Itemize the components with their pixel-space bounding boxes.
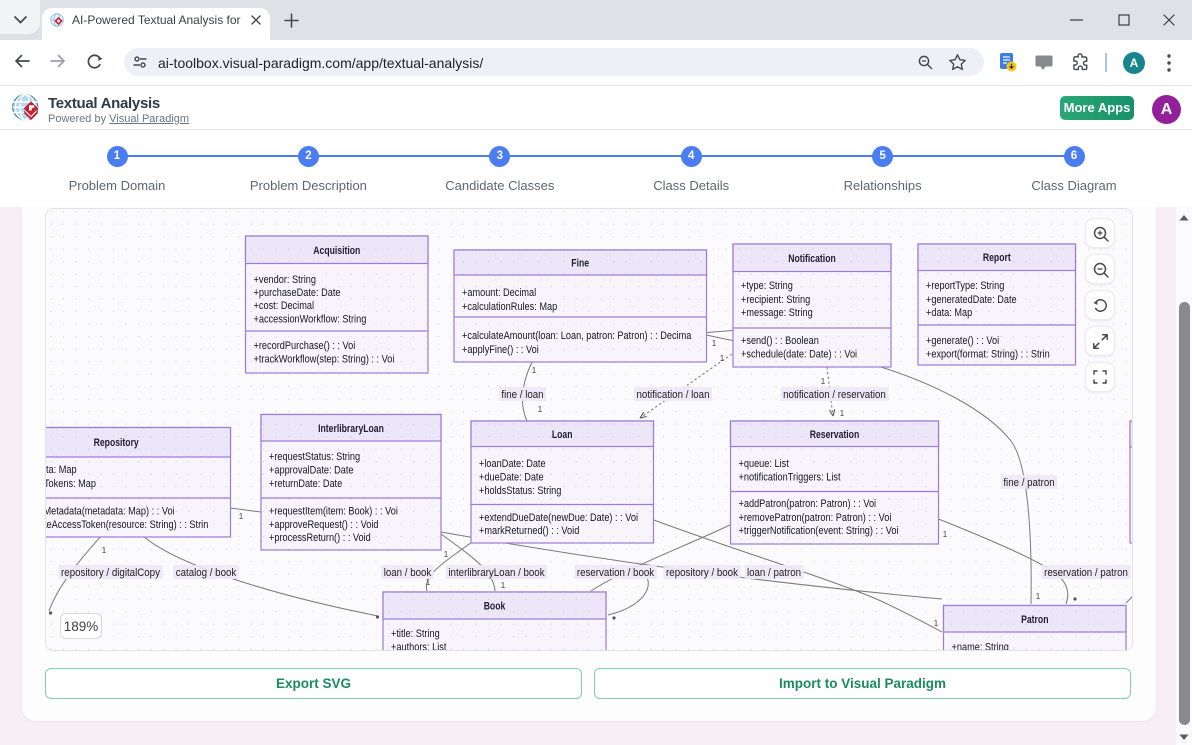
- svg-text:1: 1: [501, 581, 506, 590]
- svg-text:1: 1: [840, 409, 845, 418]
- svg-text:1: 1: [538, 405, 543, 414]
- svg-text:1: 1: [1036, 592, 1041, 601]
- svg-text:1: 1: [239, 512, 244, 521]
- svg-text:fine / patron: fine / patron: [1003, 477, 1054, 489]
- svg-text:1: 1: [934, 619, 939, 628]
- svg-text:notification / loan: notification / loan: [637, 389, 710, 401]
- svg-text:loan / patron: loan / patron: [747, 567, 801, 579]
- svg-text:1: 1: [102, 546, 107, 555]
- svg-text:reservation / book: reservation / book: [577, 567, 655, 579]
- svg-text:1: 1: [821, 377, 826, 386]
- svg-text:1: 1: [943, 530, 948, 539]
- svg-text:repository / book: repository / book: [666, 567, 738, 579]
- svg-text:reservation / patron: reservation / patron: [1044, 567, 1128, 579]
- svg-text:catalog / book: catalog / book: [176, 567, 237, 579]
- svg-text:1: 1: [532, 366, 537, 375]
- svg-text:notification / reservation: notification / reservation: [783, 389, 886, 401]
- svg-text:1: 1: [444, 550, 449, 559]
- svg-text:loan / book: loan / book: [384, 567, 432, 579]
- svg-text:repository / digitalCopy: repository / digitalCopy: [61, 567, 160, 579]
- svg-text:fine / loan: fine / loan: [501, 389, 543, 401]
- svg-text:1: 1: [720, 354, 725, 363]
- svg-text:1: 1: [426, 578, 431, 587]
- svg-text:interlibraryLoan / book: interlibraryLoan / book: [448, 567, 545, 579]
- svg-text:1: 1: [712, 339, 717, 348]
